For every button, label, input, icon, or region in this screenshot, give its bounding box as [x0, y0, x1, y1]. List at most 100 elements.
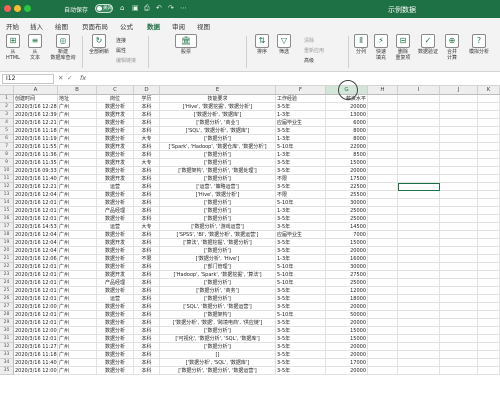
table-cell[interactable]: 广州: [58, 135, 97, 143]
table-cell[interactable]: ['数据分析', 'Hive']: [160, 255, 276, 263]
table-cell[interactable]: 数据开发: [97, 143, 134, 151]
from-text-button[interactable]: ≡ 从 文本: [24, 34, 46, 61]
table-cell[interactable]: 数据分析: [97, 151, 134, 159]
tab-draw[interactable]: 绘图: [55, 21, 68, 31]
stocks-button[interactable]: 🏛 股票: [170, 34, 202, 56]
empty-cell[interactable]: [440, 311, 478, 319]
table-cell[interactable]: 广州: [58, 295, 97, 303]
table-cell[interactable]: 20000: [326, 351, 368, 359]
table-cell[interactable]: 8000: [326, 127, 368, 135]
table-cell[interactable]: 本科: [134, 319, 160, 327]
empty-cell[interactable]: [478, 295, 500, 303]
table-cell[interactable]: 数据分析: [97, 247, 134, 255]
table-cell[interactable]: ['数据分析', '数据库']: [160, 111, 276, 119]
table-cell[interactable]: 22500: [326, 183, 368, 191]
empty-cell[interactable]: [478, 287, 500, 295]
table-cell[interactable]: 不限: [276, 191, 326, 199]
table-cell[interactable]: 5-10年: [276, 311, 326, 319]
table-cell[interactable]: 3-5年: [276, 335, 326, 343]
row-header[interactable]: 14: [0, 199, 14, 207]
table-cell[interactable]: 广州: [58, 207, 97, 215]
table-cell[interactable]: 数据分析: [97, 255, 134, 263]
table-cell[interactable]: 2020/3/16 12:04: [14, 239, 58, 247]
empty-cell[interactable]: [440, 111, 478, 119]
table-cell[interactable]: 18000: [326, 295, 368, 303]
empty-cell[interactable]: [368, 271, 398, 279]
empty-cell[interactable]: [440, 167, 478, 175]
empty-cell[interactable]: [478, 351, 500, 359]
row-header[interactable]: 35: [0, 367, 14, 375]
table-cell[interactable]: 运营: [97, 183, 134, 191]
more-icon[interactable]: ⋯: [180, 4, 187, 12]
row-header[interactable]: 9: [0, 159, 14, 167]
table-cell[interactable]: 本科: [134, 327, 160, 335]
empty-cell[interactable]: [478, 223, 500, 231]
table-cell[interactable]: 2020/3/16 12:01: [14, 215, 58, 223]
table-cell[interactable]: ['数据分析']: [160, 327, 276, 335]
empty-cell[interactable]: [368, 159, 398, 167]
table-cell[interactable]: ['数据分析']: [160, 295, 276, 303]
column-header-b[interactable]: B: [58, 86, 97, 95]
table-cell[interactable]: 2020/3/16 09:33: [14, 167, 58, 175]
table-cell[interactable]: ['数据分析']: [160, 207, 276, 215]
table-cell[interactable]: ['数据分析']: [160, 199, 276, 207]
table-cell[interactable]: 2020/3/16 12:01: [14, 295, 58, 303]
row-header[interactable]: 4: [0, 119, 14, 127]
table-cell[interactable]: 广州: [58, 279, 97, 287]
save-icon[interactable]: ▣: [132, 4, 139, 12]
empty-cell[interactable]: [478, 311, 500, 319]
empty-cell[interactable]: [478, 279, 500, 287]
row-header[interactable]: 17: [0, 223, 14, 231]
column-header-j[interactable]: J: [440, 86, 478, 95]
empty-cell[interactable]: [398, 367, 440, 375]
empty-cell[interactable]: [440, 199, 478, 207]
table-cell[interactable]: 广州: [58, 311, 97, 319]
table-cell[interactable]: 广州: [58, 359, 97, 367]
table-cell[interactable]: 本科: [134, 351, 160, 359]
empty-cell[interactable]: [440, 255, 478, 263]
tab-home[interactable]: 开始: [6, 21, 19, 31]
empty-cell[interactable]: [478, 175, 500, 183]
header-cell[interactable]: 学历: [134, 95, 160, 103]
empty-cell[interactable]: [398, 263, 440, 271]
table-cell[interactable]: 本科: [134, 127, 160, 135]
empty-cell[interactable]: [478, 303, 500, 311]
empty-cell[interactable]: [440, 239, 478, 247]
table-cell[interactable]: 广州: [58, 351, 97, 359]
table-cell[interactable]: 运营: [97, 295, 134, 303]
from-html-button[interactable]: ⊞ 从 HTML: [2, 34, 24, 61]
table-cell[interactable]: 本科: [134, 311, 160, 319]
empty-cell[interactable]: [440, 303, 478, 311]
empty-cell[interactable]: [398, 111, 440, 119]
table-cell[interactable]: 数据分析: [97, 367, 134, 375]
empty-cell[interactable]: [398, 191, 440, 199]
table-cell[interactable]: 3-5年: [276, 343, 326, 351]
table-cell[interactable]: 5-10年: [276, 271, 326, 279]
table-cell[interactable]: ['SQL', '数据分析', '数据运营']: [160, 303, 276, 311]
row-header[interactable]: 5: [0, 127, 14, 135]
table-cell[interactable]: 17500: [326, 175, 368, 183]
table-cell[interactable]: 本科: [134, 215, 160, 223]
row-header[interactable]: 31: [0, 335, 14, 343]
table-cell[interactable]: 2020/3/16 12:01: [14, 207, 58, 215]
empty-cell[interactable]: [440, 351, 478, 359]
tab-review[interactable]: 审阅: [172, 21, 185, 31]
empty-cell[interactable]: [440, 327, 478, 335]
table-cell[interactable]: 13000: [326, 111, 368, 119]
row-header[interactable]: 20: [0, 247, 14, 255]
table-cell[interactable]: 数据分析: [97, 287, 134, 295]
table-cell[interactable]: 产品经理: [97, 207, 134, 215]
column-header-f[interactable]: F: [276, 86, 326, 95]
header-cell[interactable]: 岗位: [97, 95, 134, 103]
table-cell[interactable]: 广州: [58, 335, 97, 343]
empty-cell[interactable]: [478, 167, 500, 175]
table-cell[interactable]: ['算法', '数据挖掘', '数据分析']: [160, 239, 276, 247]
table-cell[interactable]: 应届毕业生: [276, 119, 326, 127]
empty-cell[interactable]: [368, 295, 398, 303]
empty-cell[interactable]: [368, 319, 398, 327]
empty-cell[interactable]: [368, 327, 398, 335]
table-cell[interactable]: 6000: [326, 119, 368, 127]
table-cell[interactable]: 广州: [58, 319, 97, 327]
empty-cell[interactable]: [440, 343, 478, 351]
empty-cell[interactable]: [440, 263, 478, 271]
